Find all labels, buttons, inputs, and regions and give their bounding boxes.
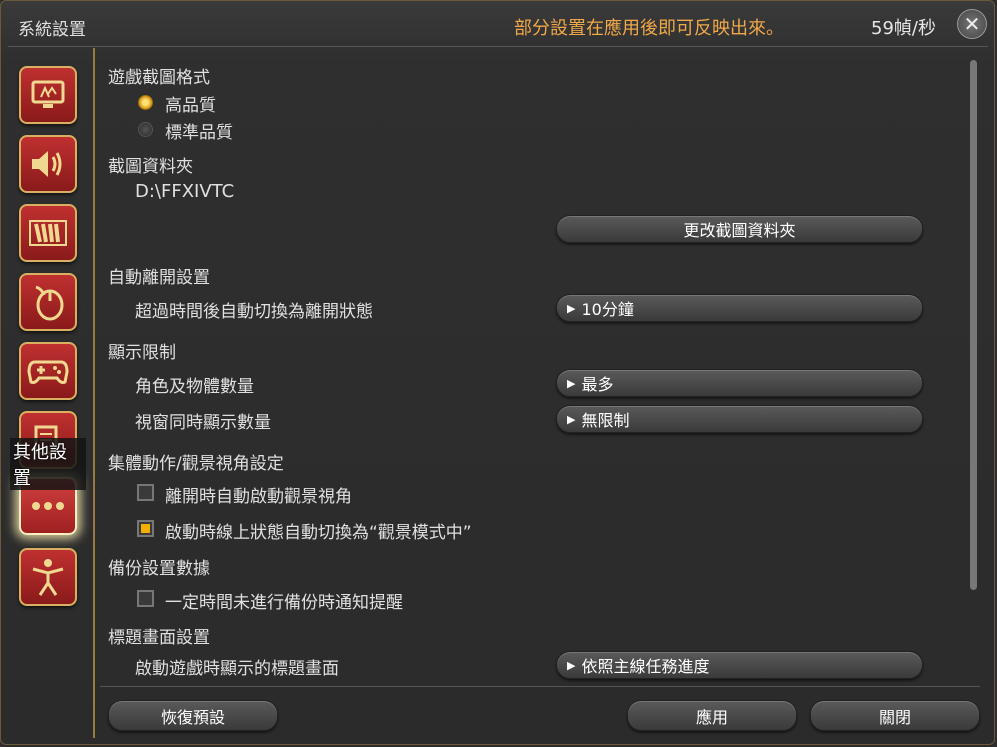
checkbox-status-switch[interactable] <box>137 520 154 537</box>
afk-label: 超過時間後自動切換為離開狀態 <box>135 302 373 322</box>
bars-icon[interactable] <box>19 204 77 262</box>
group-pose-heading: 集體動作/觀景視角設定 <box>108 454 284 474</box>
dropdown-arrow-icon: ▶ <box>567 658 576 672</box>
afk-heading: 自動離開設置 <box>108 268 210 288</box>
change-folder-button-label: 更改截圖資料夾 <box>683 221 796 240</box>
dropdown-arrow-icon: ▶ <box>567 376 576 390</box>
dropdown-arrow-icon: ▶ <box>567 412 576 426</box>
gamepad-icon[interactable] <box>19 342 77 400</box>
screenshot-format-heading: 遊戲截圖格式 <box>108 68 210 88</box>
close-button-label: 關閉 <box>878 707 911 727</box>
speaker-icon[interactable] <box>19 135 77 193</box>
display-limit-heading: 顯示限制 <box>108 343 176 363</box>
radio-standard-quality[interactable] <box>138 122 153 137</box>
screenshot-folder-heading: 截圖資料夾 <box>108 157 193 177</box>
chars-limit-value: 最多 <box>581 375 614 394</box>
title-divider <box>8 46 988 47</box>
close-button[interactable]: 關閉 <box>810 700 980 731</box>
reset-button[interactable]: 恢復預設 <box>108 700 278 731</box>
checkbox-auto-pose-label: 離開時自動啟動觀景視角 <box>165 487 352 507</box>
checkbox-backup-reminder-label: 一定時間未進行備份時通知提醒 <box>165 593 403 613</box>
title-screen-label: 啟動遊戲時顯示的標題畫面 <box>135 659 339 679</box>
monitor-icon[interactable] <box>19 66 77 124</box>
reset-button-label: 恢復預設 <box>160 707 225 727</box>
dropdown-arrow-icon: ▶ <box>567 301 576 315</box>
title-screen-heading: 標題畫面設置 <box>108 628 210 648</box>
figure-icon[interactable] <box>19 548 77 606</box>
title-bar: 系統設置 部分設置在應用後即可反映出來。 59幀/秒 ✕ <box>0 0 997 50</box>
afk-dropdown[interactable]: ▶ 10分鐘 <box>556 294 923 322</box>
mouse-icon[interactable] <box>19 273 77 331</box>
close-icon[interactable]: ✕ <box>957 9 987 39</box>
checkbox-backup-reminder[interactable] <box>137 590 154 607</box>
screenshot-folder-path: D:\FFXIVTC <box>135 181 235 202</box>
apply-button-label: 應用 <box>695 707 728 727</box>
apply-notice: 部分設置在應用後即可反映出來。 <box>514 18 784 39</box>
windows-limit-label: 視窗同時顯示數量 <box>135 413 271 433</box>
checkbox-status-switch-label: 啟動時線上狀態自動切換為“觀景模式中” <box>165 523 472 543</box>
windows-limit-dropdown[interactable]: ▶ 無限制 <box>556 405 923 433</box>
checkbox-auto-pose[interactable] <box>137 484 154 501</box>
radio-standard-quality-label: 標準品質 <box>165 123 233 143</box>
title-screen-dropdown[interactable]: ▶ 依照主線任務進度 <box>556 651 923 679</box>
apply-button[interactable]: 應用 <box>627 700 797 731</box>
sidebar-divider <box>93 48 95 738</box>
sidebar-tooltip: 其他設置 <box>10 438 86 490</box>
change-folder-button[interactable]: 更改截圖資料夾 <box>556 215 923 243</box>
backup-heading: 備份設置數據 <box>108 559 210 579</box>
fps-counter: 59幀/秒 <box>871 18 936 39</box>
scrollbar[interactable] <box>970 60 977 590</box>
windows-limit-value: 無限制 <box>581 411 630 430</box>
radio-high-quality[interactable] <box>138 95 153 110</box>
afk-dropdown-value: 10分鐘 <box>581 300 634 319</box>
footer-divider <box>100 686 980 687</box>
chars-limit-dropdown[interactable]: ▶ 最多 <box>556 369 923 397</box>
chars-limit-label: 角色及物體數量 <box>135 377 254 397</box>
radio-high-quality-label: 高品質 <box>165 96 216 116</box>
title-screen-value: 依照主線任務進度 <box>581 657 710 676</box>
window-title: 系統設置 <box>18 20 86 40</box>
